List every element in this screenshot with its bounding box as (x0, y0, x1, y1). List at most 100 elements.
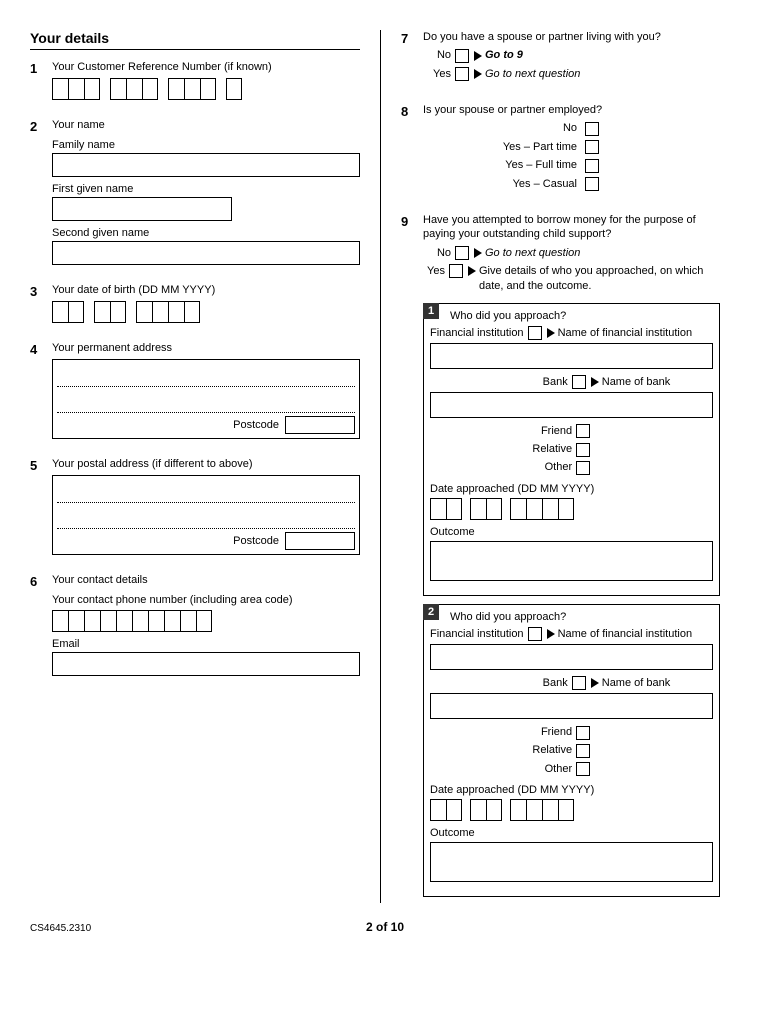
permanent-address-input[interactable]: Postcode (52, 359, 360, 439)
relative-checkbox[interactable] (576, 744, 590, 758)
goto-text: Go to next question (485, 246, 580, 261)
bank-label: Bank (473, 376, 568, 388)
second-name-input[interactable] (52, 241, 360, 265)
relative-label: Relative (532, 743, 572, 758)
question-number: 4 (30, 341, 52, 357)
first-name-input[interactable] (52, 197, 232, 221)
arrow-icon (547, 629, 555, 639)
question-text: Do you have a spouse or partner living w… (423, 30, 720, 44)
checkbox-casual[interactable] (585, 177, 599, 191)
no-label: No (427, 246, 451, 261)
postcode-input[interactable] (285, 416, 355, 434)
crn-input-row (52, 78, 360, 100)
checkbox-fulltime[interactable] (585, 159, 599, 173)
friend-checkbox[interactable] (576, 424, 590, 438)
other-checkbox[interactable] (576, 461, 590, 475)
yes-checkbox[interactable] (449, 264, 463, 278)
date-month[interactable] (470, 799, 502, 821)
relative-label: Relative (532, 442, 572, 457)
crn-group-4[interactable] (226, 78, 242, 100)
outcome-label: Outcome (430, 526, 713, 538)
question-number: 5 (30, 457, 52, 473)
question-4: 4 Your permanent address Postcode (30, 341, 360, 439)
subbox-title: Who did you approach? (450, 611, 713, 623)
fin-name-input[interactable] (430, 343, 713, 369)
dob-month[interactable] (94, 301, 126, 323)
question-3: 3 Your date of birth (DD MM YYYY) (30, 283, 360, 323)
bank-name-input[interactable] (430, 392, 713, 418)
dob-day[interactable] (52, 301, 84, 323)
arrow-icon (474, 248, 482, 258)
bank-checkbox[interactable] (572, 375, 586, 389)
phone-row (52, 610, 360, 632)
date-year[interactable] (510, 498, 574, 520)
friend-label: Friend (541, 424, 572, 439)
family-name-input[interactable] (52, 153, 360, 177)
postcode-input[interactable] (285, 532, 355, 550)
fin-checkbox[interactable] (528, 627, 542, 641)
arrow-icon (591, 377, 599, 387)
fin-name-label: Name of financial institution (558, 327, 693, 339)
question-number: 3 (30, 283, 52, 299)
postal-address-input[interactable]: Postcode (52, 475, 360, 555)
dob-year[interactable] (136, 301, 200, 323)
phone-label: Your contact phone number (including are… (52, 594, 360, 606)
approach-box-1: 1 Who did you approach? Financial instit… (423, 303, 720, 596)
dob-row (52, 301, 360, 323)
arrow-icon (547, 328, 555, 338)
question-2: 2 Your name Family name First given name… (30, 118, 360, 264)
relative-checkbox[interactable] (576, 443, 590, 457)
crn-group-2[interactable] (110, 78, 158, 100)
form-code: CS4645.2310 (30, 923, 91, 934)
no-checkbox[interactable] (455, 246, 469, 260)
other-label: Other (545, 460, 573, 475)
arrow-icon (474, 51, 482, 61)
crn-group-1[interactable] (52, 78, 100, 100)
question-number: 8 (401, 103, 423, 119)
section-title: Your details (30, 30, 360, 50)
date-day[interactable] (430, 498, 462, 520)
yes-checkbox[interactable] (455, 67, 469, 81)
bank-name-input[interactable] (430, 693, 713, 719)
other-checkbox[interactable] (576, 762, 590, 776)
arrow-icon (468, 266, 476, 276)
yes-label: Yes (427, 264, 445, 279)
outcome-input[interactable] (430, 541, 713, 581)
date-year[interactable] (510, 799, 574, 821)
fin-label: Financial institution (430, 327, 524, 339)
yes-label: Yes (427, 67, 451, 82)
checkbox-no[interactable] (585, 122, 599, 136)
no-checkbox[interactable] (455, 49, 469, 63)
fin-name-input[interactable] (430, 644, 713, 670)
checkbox-parttime[interactable] (585, 140, 599, 154)
question-8: 8 Is your spouse or partner employed? No… (401, 103, 720, 195)
question-text: Your date of birth (DD MM YYYY) (52, 283, 360, 297)
bank-name-label: Name of bank (602, 677, 670, 689)
subbox-number: 2 (423, 604, 439, 620)
arrow-icon (474, 69, 482, 79)
fin-label: Financial institution (430, 628, 524, 640)
fin-checkbox[interactable] (528, 326, 542, 340)
question-text: Your postal address (if different to abo… (52, 457, 360, 471)
phone-input[interactable] (52, 610, 212, 632)
question-number: 9 (401, 213, 423, 229)
date-day[interactable] (430, 799, 462, 821)
question-9: 9 Have you attempted to borrow money for… (401, 213, 720, 897)
bank-checkbox[interactable] (572, 676, 586, 690)
opt-casual: Yes – Casual (513, 177, 577, 192)
outcome-input[interactable] (430, 842, 713, 882)
email-input[interactable] (52, 652, 360, 676)
question-5: 5 Your postal address (if different to a… (30, 457, 360, 555)
second-name-label: Second given name (52, 227, 360, 239)
date-label: Date approached (DD MM YYYY) (430, 483, 713, 495)
question-text: Is your spouse or partner employed? (423, 103, 720, 117)
friend-label: Friend (541, 725, 572, 740)
family-name-label: Family name (52, 139, 360, 151)
postcode-label: Postcode (233, 419, 279, 431)
other-label: Other (545, 762, 573, 777)
friend-checkbox[interactable] (576, 726, 590, 740)
date-month[interactable] (470, 498, 502, 520)
question-7: 7 Do you have a spouse or partner living… (401, 30, 720, 85)
question-text: Your Customer Reference Number (if known… (52, 60, 360, 74)
crn-group-3[interactable] (168, 78, 216, 100)
